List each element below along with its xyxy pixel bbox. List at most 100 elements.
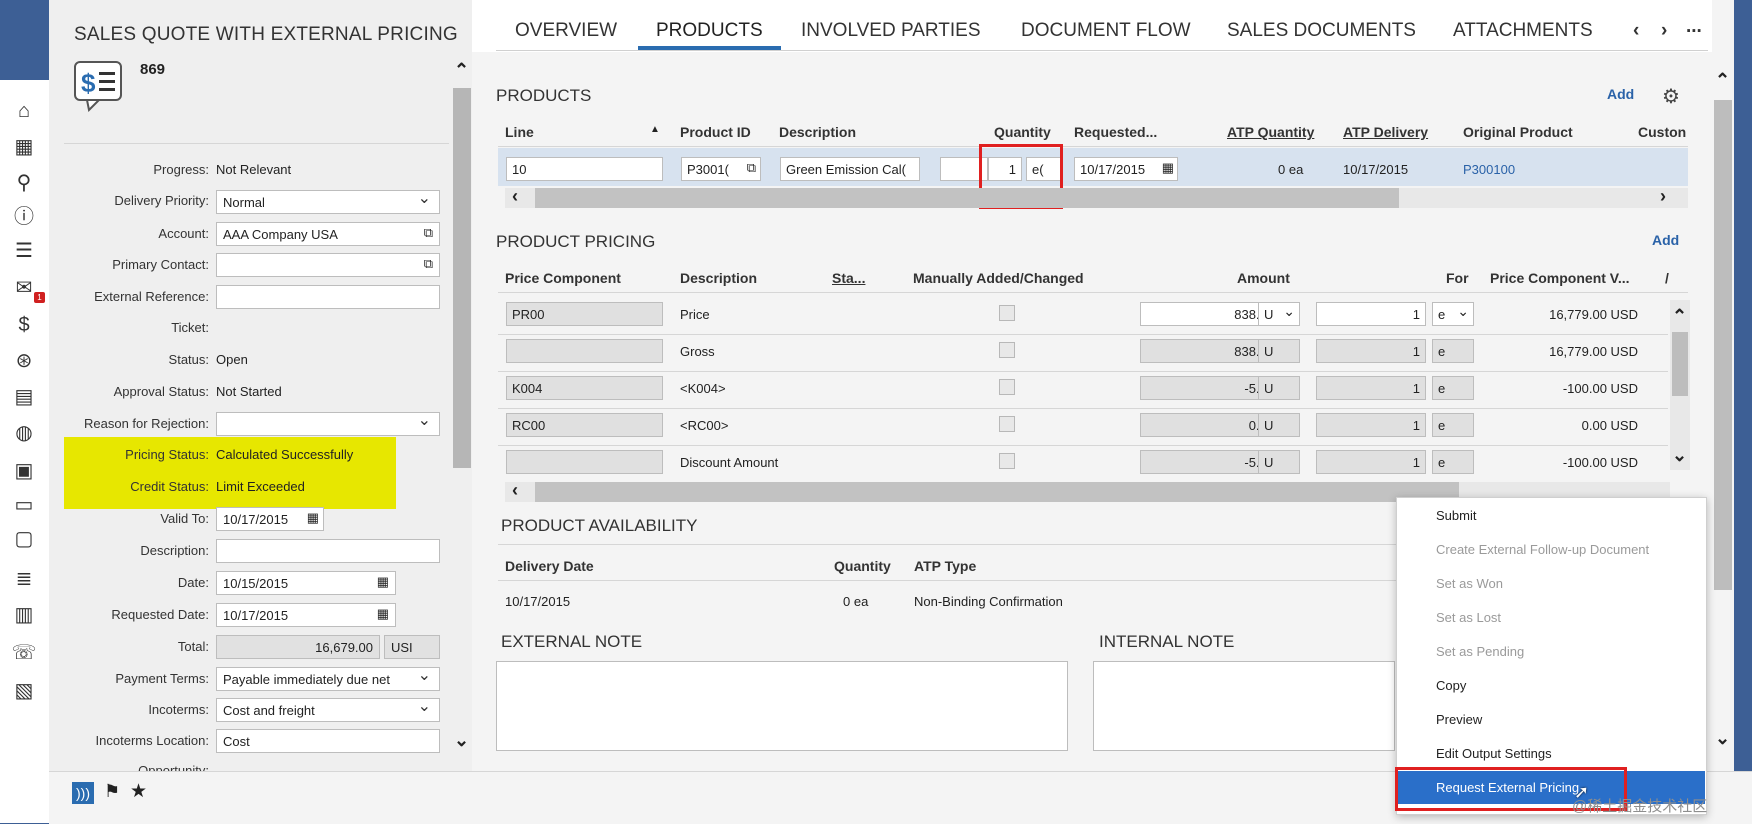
gear-icon[interactable]: ⚙ [1662,84,1680,109]
for-input[interactable]: 1 [1316,302,1426,326]
tab-document-flow[interactable]: DOCUMENT FLOW [1021,20,1191,42]
scroll-up-icon[interactable]: ⌃ [1672,306,1687,327]
manually-added-checkbox[interactable] [999,305,1015,321]
quote-icon[interactable]: ▣ [10,458,38,484]
manually-added-checkbox[interactable] [999,453,1015,469]
col-availability-quantity[interactable]: Quantity [834,558,891,574]
tab-next-icon[interactable]: › [1661,20,1667,42]
open-link-icon[interactable]: ⧉ [424,256,433,272]
col-delivery-date[interactable]: Delivery Date [505,558,594,574]
menu-item-preview[interactable]: Preview [1436,712,1482,727]
col-price-component-value[interactable]: Price Component V... [1490,270,1630,286]
money-icon[interactable]: ⊛ [10,348,38,374]
description-field[interactable] [216,539,440,563]
requested-date-input[interactable]: 10/17/2015 ▦ [1074,157,1178,181]
menu-item-edit-output-settings[interactable]: Edit Output Settings [1436,746,1552,761]
contacts-icon[interactable]: ☰ [10,238,38,264]
menu-item-set-as-lost[interactable]: Set as Lost [1436,610,1501,625]
line-input[interactable]: 10 [506,157,663,181]
document-icon[interactable]: ▭ [10,492,38,518]
internal-note-textarea[interactable] [1093,661,1395,751]
tab-products[interactable]: PRODUCTS [656,20,763,42]
external-note-textarea[interactable] [496,661,1068,751]
tab-attachments[interactable]: ATTACHMENTS [1453,20,1593,42]
col-line[interactable]: Line [505,124,534,140]
incoterms-location-field[interactable]: Cost [216,729,440,753]
scroll-right-icon[interactable]: › [1660,186,1666,207]
col-pricing-description[interactable]: Description [680,270,757,286]
primary-contact-field[interactable]: ⧉ [216,253,440,277]
more-icon[interactable]: ... [1686,16,1702,38]
phone-icon[interactable]: ☏ [10,640,38,666]
calendar-icon[interactable]: ▦ [10,134,38,160]
col-atp-delivery[interactable]: ATP Delivery [1343,124,1428,140]
feed-icon[interactable]: ))) [72,782,94,804]
col-for[interactable]: For [1446,270,1469,286]
col-status[interactable]: Sta... [832,270,865,286]
col-requested[interactable]: Requested... [1074,124,1157,140]
pricing-add-link[interactable]: Add [1652,232,1679,248]
products-hscroll-thumb[interactable] [535,188,1399,208]
tab-overview[interactable]: OVERVIEW [515,20,617,42]
globe-icon[interactable]: ◍ [10,420,38,446]
sales-icon[interactable]: $ [10,312,38,338]
menu-item-submit[interactable]: Submit [1436,508,1476,523]
scroll-left-icon[interactable]: ‹ [512,186,518,207]
calendar-picker-icon[interactable]: ▦ [307,510,319,526]
tab-involved-parties[interactable]: INVOLVED PARTIES [801,20,981,42]
payment-terms-select[interactable]: Payable immediately due net [216,667,440,691]
menu-item-set-as-won[interactable]: Set as Won [1436,576,1503,591]
col-quantity[interactable]: Quantity [994,124,1051,140]
pricing-hscroll-thumb[interactable] [535,482,1459,502]
menu-item-set-as-pending[interactable]: Set as Pending [1436,644,1524,659]
requested-date-field[interactable]: 10/17/2015 ▦ [216,603,396,627]
col-original-product[interactable]: Original Product [1463,124,1573,140]
col-atp-type[interactable]: ATP Type [914,558,976,574]
list-icon[interactable]: ≣ [10,566,38,592]
col-extra[interactable]: / [1665,270,1669,286]
product-id-input[interactable]: P3001(⧉ [681,157,761,181]
col-customer[interactable]: Custon [1638,124,1692,140]
products-icon[interactable]: ▤ [10,384,38,410]
main-scroll-thumb[interactable] [1714,100,1732,590]
search-icon[interactable]: ⚲ [10,170,38,196]
menu-item-copy[interactable]: Copy [1436,678,1466,693]
flag-icon[interactable]: ⚑ [104,781,120,802]
col-description[interactable]: Description [779,124,856,140]
valid-to-field[interactable]: 10/17/2015 ▦ [216,507,324,531]
calendar-picker-icon[interactable]: ▦ [377,606,389,622]
alert-icon[interactable]: ⓘ [10,204,38,230]
original-product-link[interactable]: P300100 [1463,162,1515,177]
col-price-component[interactable]: Price Component [505,270,621,286]
menu-item-create-external-follow-up[interactable]: Create External Follow-up Document [1436,542,1649,557]
star-icon[interactable]: ★ [130,780,147,803]
date-field[interactable]: 10/15/2015 ▦ [216,571,396,595]
reason-for-rejection-select[interactable] [216,412,440,436]
calendar-picker-icon[interactable]: ▦ [377,574,389,590]
products-add-link[interactable]: Add [1607,86,1634,102]
scroll-up-icon[interactable]: ⌃ [454,60,469,81]
scroll-down-icon[interactable]: ⌄ [1672,445,1687,466]
calendar-picker-icon[interactable]: ▦ [1162,160,1174,176]
manually-added-checkbox[interactable] [999,379,1015,395]
clipboard-icon[interactable]: ▧ [10,678,38,704]
schedule-icon[interactable]: ▥ [10,602,38,628]
header-scroll-thumb[interactable] [453,88,471,468]
col-atp-quantity[interactable]: ATP Quantity [1227,124,1314,140]
account-field[interactable]: AAA Company USA ⧉ [216,222,440,246]
sort-icon[interactable]: ▲ [650,124,660,135]
scroll-down-icon[interactable]: ⌄ [1715,728,1730,749]
external-reference-field[interactable] [216,285,440,309]
open-link-icon[interactable]: ⧉ [424,225,433,241]
for-unit-select[interactable]: e ⌄ [1432,302,1474,326]
tab-sales-documents[interactable]: SALES DOCUMENTS [1227,20,1416,42]
amount-unit-select[interactable]: U ⌄ [1258,302,1300,326]
mail-icon[interactable]: ✉ [10,275,38,301]
open-link-icon[interactable]: ⧉ [747,160,756,176]
col-amount[interactable]: Amount [1237,270,1290,286]
scroll-down-icon[interactable]: ⌄ [454,730,469,751]
scroll-up-icon[interactable]: ⌃ [1715,70,1730,91]
home-icon[interactable]: ⌂ [10,98,38,124]
col-product-id[interactable]: Product ID [680,124,751,140]
manually-added-checkbox[interactable] [999,416,1015,432]
